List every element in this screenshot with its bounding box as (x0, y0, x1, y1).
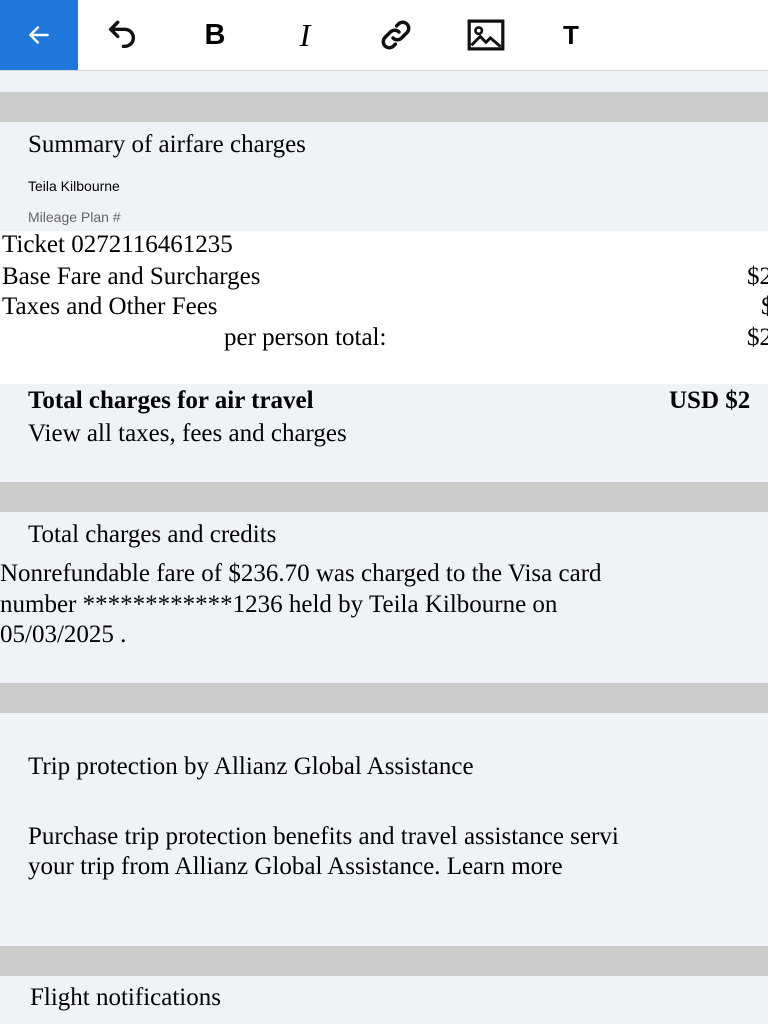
total-air-travel-label: Total charges for air travel (28, 387, 314, 414)
passenger-name: Teila Kilbourne (28, 178, 120, 194)
ticket-number: Ticket 0272116461235 (2, 231, 233, 258)
undo-icon (108, 20, 135, 49)
bold-icon: B (204, 18, 226, 51)
arrow-left-icon (29, 26, 49, 44)
base-fare-label: Base Fare and Surcharges (2, 263, 261, 290)
credits-title: Total charges and credits (28, 521, 277, 548)
credits-line-3: 05/03/2025 . (0, 621, 127, 648)
italic-icon: I (299, 16, 311, 53)
section-divider (0, 482, 768, 512)
summary-title: Summary of airfare charges (28, 131, 306, 158)
section-divider (0, 92, 768, 122)
link-icon (381, 20, 411, 50)
trip-protection-text: your trip from Allianz Global Assistance… (28, 853, 441, 880)
view-all-taxes-link[interactable]: View all taxes, fees and charges (28, 419, 347, 449)
bold-button[interactable]: B (193, 13, 237, 57)
image-button[interactable] (464, 13, 508, 57)
taxes-value: $ (761, 293, 768, 320)
credits-line-2: number ************1236 held by Teila Ki… (0, 591, 558, 618)
flight-notifications-title: Flight notifications (30, 984, 221, 1011)
undo-button[interactable] (100, 13, 144, 57)
italic-button[interactable]: I (283, 13, 327, 57)
section-divider (0, 683, 768, 713)
learn-more-link[interactable]: Learn more (447, 853, 563, 880)
taxes-label: Taxes and Other Fees (2, 293, 218, 320)
trip-protection-line-2: your trip from Allianz Global Assistance… (28, 852, 563, 882)
editor-toolbar: B I T (0, 0, 768, 71)
section-divider (0, 946, 768, 976)
mileage-plan-label: Mileage Plan # (28, 209, 121, 225)
trip-protection-line-1: Purchase trip protection benefits and tr… (28, 823, 619, 850)
credits-line-1: Nonrefundable fare of $236.70 was charge… (0, 560, 602, 587)
trip-protection-title: Trip protection by Allianz Global Assist… (28, 753, 474, 780)
image-icon (467, 19, 505, 51)
link-button[interactable] (374, 13, 418, 57)
per-person-value: $2 (747, 324, 768, 351)
text-button[interactable]: T (549, 13, 593, 57)
text-icon: T (563, 19, 579, 50)
back-button[interactable] (0, 0, 78, 70)
per-person-label: per person total: (224, 324, 387, 351)
base-fare-value: $2 (747, 263, 768, 290)
total-air-travel-value: USD $2 (669, 387, 751, 414)
